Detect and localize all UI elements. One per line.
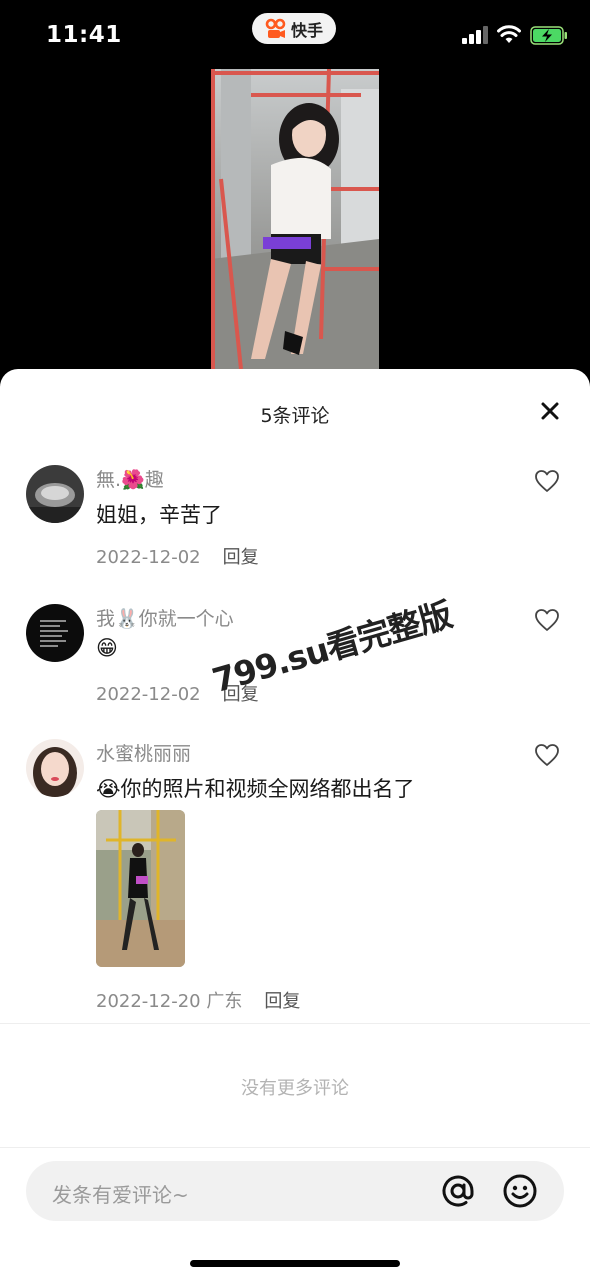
home-indicator[interactable] (190, 1260, 400, 1267)
reply-button[interactable]: 回复 (264, 991, 300, 1012)
comments-count-title: 5条评论 (260, 405, 330, 427)
video-frame-image (211, 69, 379, 369)
comment-date: 2022-12-02 (96, 684, 201, 705)
heart-icon[interactable] (534, 743, 560, 767)
comment-author[interactable]: 我🐰你就一个心 (96, 604, 234, 631)
avatar[interactable] (26, 465, 84, 523)
comment-date: 2022-12-20 (96, 991, 201, 1012)
comment-input-placeholder[interactable]: 发条有爱评论~ (52, 1179, 189, 1208)
comment-photo (96, 810, 185, 967)
comment-author[interactable]: 水蜜桃丽丽 (96, 739, 191, 766)
comment-image[interactable] (96, 810, 185, 967)
comment-author[interactable]: 無.🌺趣 (96, 465, 164, 492)
avatar-image (26, 465, 84, 523)
app-return-pill[interactable]: 快手 (252, 13, 336, 44)
at-mention-icon[interactable] (440, 1173, 476, 1209)
comment-text: 😁 (96, 636, 118, 660)
divider (0, 1147, 590, 1148)
avatar[interactable] (26, 739, 84, 797)
comments-sheet: 5条评论 無.🌺趣 姐姐，辛苦了 2022-12-02 回复 我🐰你就一个心 😁… (0, 369, 590, 1280)
comment-date: 2022-12-02 (96, 547, 201, 568)
cellular-signal-icon (462, 26, 488, 44)
emoji-icon[interactable] (502, 1173, 538, 1209)
comment-text: 😭你的照片和视频全网络都出名了 (96, 777, 415, 801)
comment-meta: 2022-12-02 回复 (96, 543, 259, 569)
heart-icon[interactable] (534, 608, 560, 632)
avatar-image (26, 739, 84, 797)
comment-item: 無.🌺趣 姐姐，辛苦了 2022-12-02 回复 (0, 463, 590, 573)
status-bar: 11:41 快手 (0, 0, 590, 70)
comment-item: 水蜜桃丽丽 😭你的照片和视频全网络都出名了 2022-12-20 广东 回复 (0, 737, 590, 1012)
heart-icon[interactable] (534, 469, 560, 493)
comment-text: 姐姐，辛苦了 (96, 503, 222, 527)
wifi-icon (497, 25, 521, 43)
kuaishou-logo-icon (265, 18, 286, 38)
video-preview[interactable] (211, 69, 379, 369)
app-name: 快手 (290, 20, 323, 40)
close-icon[interactable] (538, 399, 562, 423)
avatar[interactable] (26, 604, 84, 662)
status-time: 11:41 (46, 22, 122, 48)
comment-input-bar[interactable]: 发条有爱评论~ (26, 1161, 564, 1221)
battery-charging-icon (530, 26, 567, 45)
reply-button[interactable]: 回复 (223, 547, 259, 568)
comment-location: 广东 (206, 991, 243, 1012)
divider (0, 1023, 590, 1024)
comment-meta: 2022-12-20 广东 回复 (96, 987, 300, 1013)
avatar-image (26, 604, 84, 662)
no-more-comments-text: 没有更多评论 (241, 1078, 349, 1099)
